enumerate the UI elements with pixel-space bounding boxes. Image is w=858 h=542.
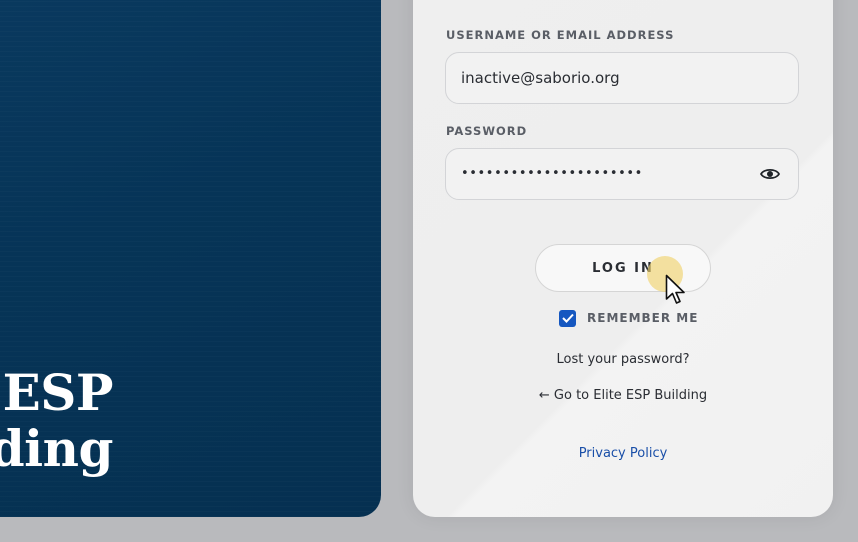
- brand-title: ESP ding: [0, 363, 114, 478]
- cursor-arrow-icon: [665, 274, 685, 304]
- username-label: USERNAME OR EMAIL ADDRESS: [446, 28, 675, 42]
- brand-title-line-2: ding: [0, 419, 114, 478]
- password-label: PASSWORD: [446, 124, 528, 138]
- username-input[interactable]: [461, 53, 751, 103]
- password-input[interactable]: ••••••••••••••••••••••: [461, 149, 643, 199]
- username-field[interactable]: [445, 52, 799, 104]
- remember-label: REMEMBER ME: [587, 311, 699, 325]
- go-to-site-link[interactable]: ← Go to Elite ESP Building: [413, 388, 833, 403]
- brand-title-line-1: ESP: [2, 363, 114, 422]
- brand-panel: ESP ding: [0, 0, 381, 517]
- password-field[interactable]: ••••••••••••••••••••••: [445, 148, 799, 200]
- lost-password-link[interactable]: Lost your password?: [413, 352, 833, 367]
- eye-icon[interactable]: [760, 166, 780, 182]
- remember-checkbox[interactable]: [559, 309, 576, 327]
- login-card: USERNAME OR EMAIL ADDRESS PASSWORD •••••…: [413, 0, 833, 517]
- remember-me[interactable]: REMEMBER ME: [559, 309, 698, 327]
- checkmark-icon: [561, 313, 574, 323]
- privacy-policy-link[interactable]: Privacy Policy: [413, 446, 833, 461]
